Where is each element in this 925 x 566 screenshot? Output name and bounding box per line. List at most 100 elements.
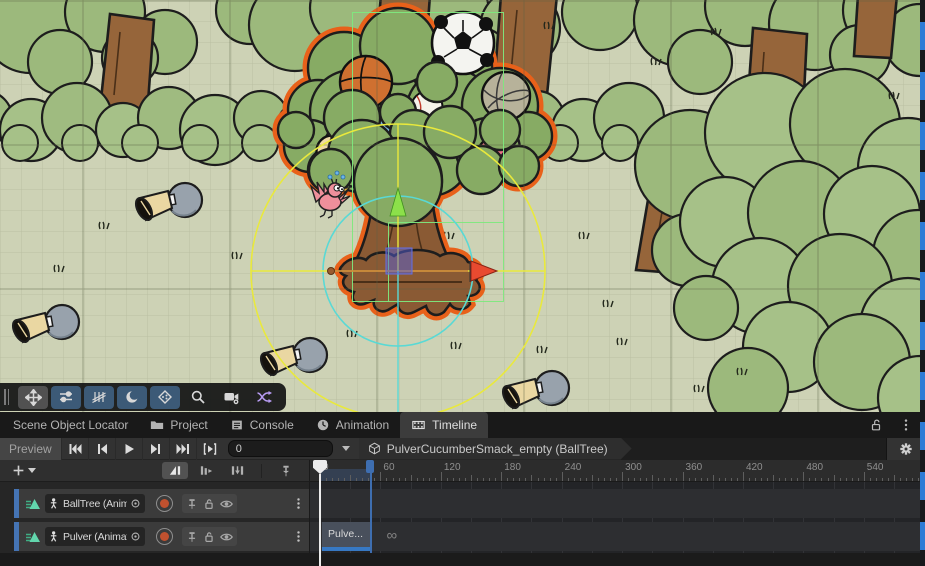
toolbar-drag-handle-icon[interactable] [4,389,13,405]
next-frame-button[interactable] [142,438,169,460]
go-to-end-button[interactable] [169,438,196,460]
search-tool-button[interactable] [183,386,213,409]
track-header-pulver[interactable]: Pulver (Animator) [14,522,309,551]
mix-mode-icon [168,463,183,478]
camera-tool-button[interactable] [216,386,246,409]
cube-icon [368,442,381,455]
panel-tab-bar: Scene Object Locator Project Console Ani… [0,412,925,438]
unlock-icon[interactable] [869,418,883,432]
previous-frame-icon [94,441,110,457]
track-color-stripe [14,489,19,518]
object-picker-icon[interactable] [130,531,141,542]
tab-animation[interactable]: Animation [305,412,400,438]
record-button[interactable] [156,495,173,512]
lock-icon[interactable] [202,497,216,511]
animator-binding-field[interactable]: Pulver (Animator) [45,527,145,546]
gear-icon [899,442,913,456]
object-picker-icon[interactable] [130,498,141,509]
shuffle-icon [256,389,273,405]
clip-label: Pulve... [322,522,370,540]
tab-label: Project [170,418,207,432]
kebab-menu-icon[interactable] [899,418,913,432]
pin-icon[interactable] [185,497,199,511]
hatch-tool-button[interactable] [84,386,114,409]
shuffle-tool-button[interactable] [249,386,279,409]
track-row-pulver[interactable]: Pulve... ∞ [310,522,925,551]
scene-canvas[interactable] [0,0,925,412]
tab-label: Scene Object Locator [13,418,128,432]
track-row-balltree[interactable] [310,489,925,518]
go-to-start-button[interactable] [61,438,88,460]
track-content-area[interactable]: Pulve... ∞ [310,482,925,553]
timeline-end-cap[interactable] [366,460,374,473]
film-icon [411,418,426,432]
mix-mode-button[interactable] [162,462,188,479]
breadcrumb-label: PulverCucumberSmack_empty (BallTree) [387,442,608,456]
record-icon [160,499,169,508]
marker-pin-button[interactable] [273,462,299,479]
tab-scene-object-locator[interactable]: Scene Object Locator [2,412,139,438]
frame-options-dropdown[interactable] [333,438,359,460]
dock-edge-strip[interactable] [920,0,925,566]
track-kebab-menu[interactable] [292,529,305,544]
xy-plane-handle[interactable] [386,248,412,274]
chevron-down-icon [342,446,350,451]
animation-clip[interactable]: Pulve... [322,522,370,551]
pin-icon[interactable] [185,530,199,544]
pin-icon [279,464,293,478]
tab-label: Timeline [432,418,477,432]
track-header-balltree[interactable]: BallTree (Animator) [14,489,309,518]
tab-project[interactable]: Project [139,412,218,438]
go-to-start-icon [67,441,83,457]
play-range-icon [202,441,218,457]
next-frame-icon [148,441,164,457]
replace-mode-icon [230,463,245,478]
track-header-list: BallTree (Animator) [0,482,310,553]
edit-mode-group [162,462,299,479]
add-track-button[interactable] [12,464,36,477]
previous-frame-button[interactable] [88,438,115,460]
move-tool-button[interactable] [18,386,48,409]
gizmo-anchor-dot[interactable] [328,268,335,275]
breadcrumb-item[interactable]: PulverCucumberSmack_empty (BallTree) [359,438,632,460]
animator-binding-field[interactable]: BallTree (Animator) [45,494,145,513]
ruler-frame-label: 60 [383,462,394,473]
layers-diamond-icon [157,389,173,405]
animator-icon [49,531,60,543]
scene-toolbar [0,383,286,411]
current-frame-input[interactable]: 0 [228,440,333,457]
scene-viewport[interactable] [0,0,925,412]
record-icon [160,532,169,541]
track-toolbar [0,460,310,482]
replace-mode-button[interactable] [224,462,250,479]
play-range-button[interactable] [196,438,223,460]
eye-icon[interactable] [219,530,234,544]
ruler-frame-label: 540 [867,462,884,473]
ruler-frame-label: 480 [806,462,823,473]
tabbar-controls [869,412,925,438]
ruler-frame-label: 180 [504,462,521,473]
preview-toggle-button[interactable]: Preview [0,438,61,460]
eye-icon[interactable] [219,497,234,511]
layers-tool-button[interactable] [150,386,180,409]
ruler-frame-label: 360 [686,462,703,473]
chevron-down-icon [28,468,36,473]
timeline-end-marker-line[interactable] [370,473,372,553]
play-button[interactable] [115,438,142,460]
track-kebab-menu[interactable] [292,496,305,511]
ripple-mode-button[interactable] [193,462,219,479]
clock-icon [316,418,330,432]
playhead-line[interactable] [319,474,321,566]
sliders-tool-button[interactable] [51,386,81,409]
timeline-body: 060120180240300360420480540 BallTree (An… [0,460,925,553]
lock-icon[interactable] [202,530,216,544]
record-button[interactable] [156,528,173,545]
timeline-ruler[interactable]: 060120180240300360420480540 [310,460,925,482]
sliders-icon [58,389,74,405]
infinite-clip-icon: ∞ [386,527,397,544]
tab-timeline[interactable]: Timeline [400,412,488,438]
tab-console[interactable]: Console [219,412,305,438]
editor-window: Scene Object Locator Project Console Ani… [0,0,925,566]
shadow-tool-button[interactable] [117,386,147,409]
animation-track-icon [25,529,41,545]
